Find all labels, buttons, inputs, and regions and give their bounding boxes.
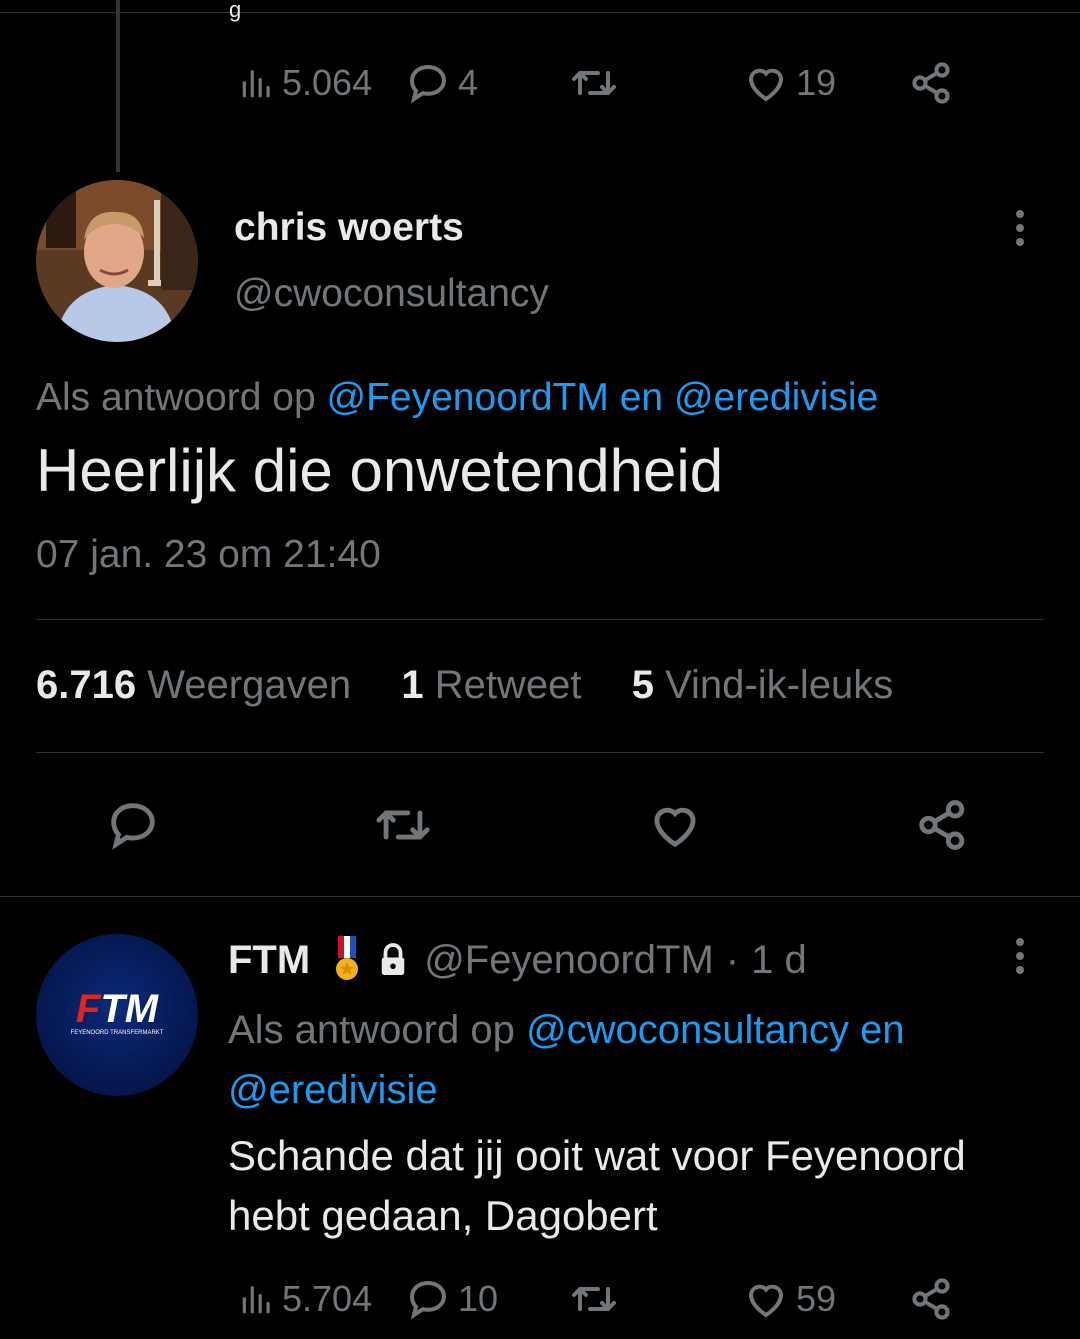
retweet-icon <box>572 71 616 95</box>
more-vertical-icon <box>1016 938 1024 974</box>
reply-button[interactable] <box>104 796 162 854</box>
mention-link[interactable]: @eredivisie <box>674 376 878 419</box>
retweets-stat-count: 1 <box>401 663 424 707</box>
like-count: 59 <box>796 1278 837 1319</box>
more-options-button[interactable] <box>1004 208 1036 248</box>
reply-tweet-action-bar: 5.704 10 59 <box>0 1274 1080 1324</box>
likes-stat-label: Vind-ik-leuks <box>665 663 894 707</box>
views-count: 5.064 <box>282 62 373 103</box>
likes-stat[interactable]: 5 Vind-ik-leuks <box>632 663 894 707</box>
like-count: 19 <box>796 62 837 103</box>
likes-stat-count: 5 <box>631 663 654 707</box>
reply-bubble-icon <box>409 64 447 104</box>
share-icon <box>919 800 965 850</box>
share-icon <box>912 1278 950 1320</box>
retweet-button[interactable] <box>568 1274 620 1324</box>
tweet-text: Schande dat jij ooit wat voor Feyenoord … <box>228 1132 966 1239</box>
reply-count: 4 <box>458 62 479 103</box>
like-button[interactable] <box>646 796 704 854</box>
tweet-text: Heerlijk die onwetendheid <box>36 437 724 504</box>
ftm-logo: FTM FEYENOORD TRANSFERMARKT <box>71 987 164 1036</box>
reply-button[interactable]: 10 <box>404 1274 498 1324</box>
views-stat-count: 6.716 <box>36 663 137 707</box>
user-handle[interactable]: @FeyenoordTM <box>424 938 714 983</box>
retweet-button[interactable] <box>568 58 620 108</box>
top-tweet-action-bar: 5.064 4 19 <box>0 58 1080 108</box>
divider <box>36 752 1044 753</box>
like-button[interactable]: 19 <box>742 58 836 108</box>
clipped-text-fragment: g <box>229 0 242 22</box>
reply-tweet-header: FTM @FeyenoordTM · 1 d <box>228 936 807 984</box>
profile-photo <box>36 180 198 342</box>
views-stat-label: Weergaven <box>147 663 352 707</box>
reply-bubble-icon <box>409 1280 447 1320</box>
share-button[interactable] <box>908 1274 956 1324</box>
reply-conjunction: en <box>860 1008 905 1052</box>
heart-icon <box>748 68 784 102</box>
replying-to-line: Als antwoord op @FeyenoordTM en @eredivi… <box>36 376 878 420</box>
display-name[interactable]: FTM <box>228 938 310 983</box>
views-chart-icon <box>242 70 270 98</box>
tweet-stats: 6.716 Weergaven 1 Retweet 5 Vind-ik-leuk… <box>36 663 893 708</box>
retweet-icon <box>572 1287 616 1311</box>
separator-dot: · <box>725 937 740 982</box>
retweets-stat-label: Retweet <box>434 663 582 707</box>
reply-prefix: Als antwoord op <box>228 1008 515 1052</box>
views-stat[interactable]: 6.716 Weergaven <box>36 663 351 707</box>
top-divider <box>0 12 1080 13</box>
retweet-button[interactable] <box>370 796 436 854</box>
reply-count: 10 <box>458 1278 499 1319</box>
views-count: 5.704 <box>282 1278 373 1319</box>
reply-conjunction: en <box>619 376 664 419</box>
more-vertical-icon <box>1016 210 1024 246</box>
share-button[interactable] <box>908 58 956 108</box>
reply-bubble-icon <box>111 803 155 850</box>
user-handle[interactable]: @cwoconsultancy <box>234 272 549 316</box>
avatar-ftm[interactable]: FTM FEYENOORD TRANSFERMARKT <box>36 934 198 1096</box>
retweets-stat[interactable]: 1 Retweet <box>401 663 581 707</box>
display-name[interactable]: chris woerts <box>234 206 464 250</box>
heart-icon <box>654 807 696 848</box>
mention-link[interactable]: @FeyenoordTM <box>327 376 609 419</box>
like-button[interactable]: 59 <box>742 1274 836 1324</box>
ftm-logo-subtext: FEYENOORD TRANSFERMARKT <box>71 1030 164 1036</box>
replying-to-line: Als antwoord op @cwoconsultancy en @ered… <box>228 1000 1028 1120</box>
lock-icon <box>378 942 408 978</box>
mention-link[interactable]: @eredivisie <box>228 1068 438 1112</box>
views-button[interactable]: 5.064 <box>238 58 372 108</box>
reply-button[interactable]: 4 <box>404 58 478 108</box>
heart-icon <box>748 1284 784 1318</box>
divider <box>36 619 1044 620</box>
tweet-timestamp[interactable]: 07 jan. 23 om 21:40 <box>36 533 381 577</box>
share-button[interactable] <box>914 796 972 854</box>
views-button[interactable]: 5.704 <box>238 1274 372 1324</box>
mention-link[interactable]: @cwoconsultancy <box>526 1008 849 1052</box>
retweet-icon <box>376 810 430 840</box>
more-options-button[interactable] <box>1004 936 1036 976</box>
views-chart-icon <box>242 1286 270 1314</box>
medal-icon <box>332 936 362 984</box>
time-ago[interactable]: 1 d <box>751 938 807 983</box>
share-icon <box>912 62 950 104</box>
avatar-chris-woerts[interactable] <box>36 180 198 342</box>
divider <box>0 896 1080 897</box>
reply-prefix: Als antwoord op <box>36 376 316 419</box>
